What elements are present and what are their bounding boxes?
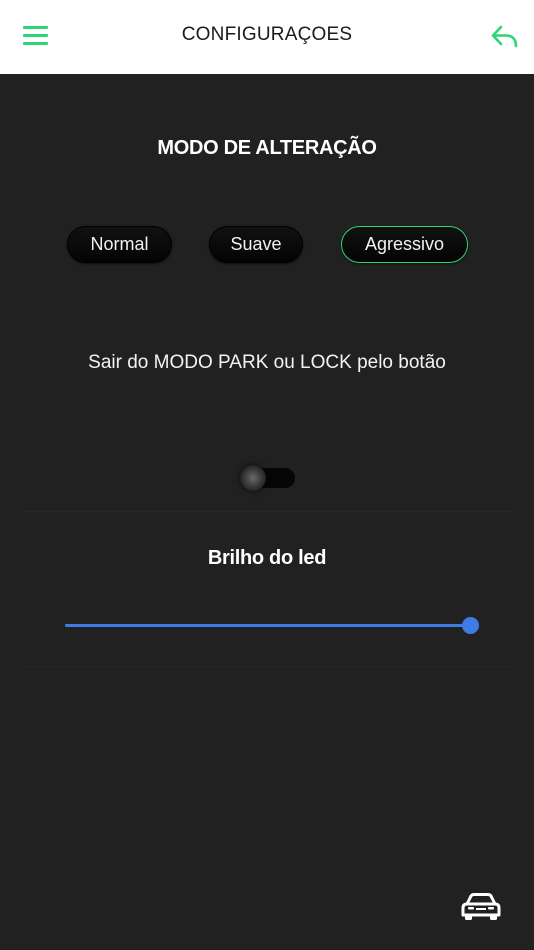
mode-button-normal[interactable]: Normal — [67, 226, 172, 263]
toggle-thumb[interactable] — [240, 465, 266, 491]
reply-arrow-icon[interactable] — [490, 24, 520, 50]
led-brightness-slider[interactable] — [64, 614, 480, 638]
top-app-bar: CONFIGURAÇOES — [0, 0, 534, 74]
divider — [22, 511, 512, 512]
page-title: CONFIGURAÇOES — [181, 24, 353, 45]
divider — [22, 666, 512, 667]
park-lock-exit-label: Sair do MODO PARK ou LOCK pelo botão — [88, 352, 446, 373]
slider-thumb[interactable] — [462, 617, 479, 634]
mode-button-agressivo[interactable]: Agressivo — [341, 226, 468, 263]
mode-section-title: MODO DE ALTERAÇÃO — [157, 137, 377, 159]
park-lock-toggle[interactable] — [240, 465, 296, 491]
mode-button-suave[interactable]: Suave — [209, 226, 303, 263]
car-icon[interactable] — [459, 891, 503, 923]
slider-track — [65, 624, 471, 627]
led-brightness-title: Brilho do led — [207, 547, 327, 569]
